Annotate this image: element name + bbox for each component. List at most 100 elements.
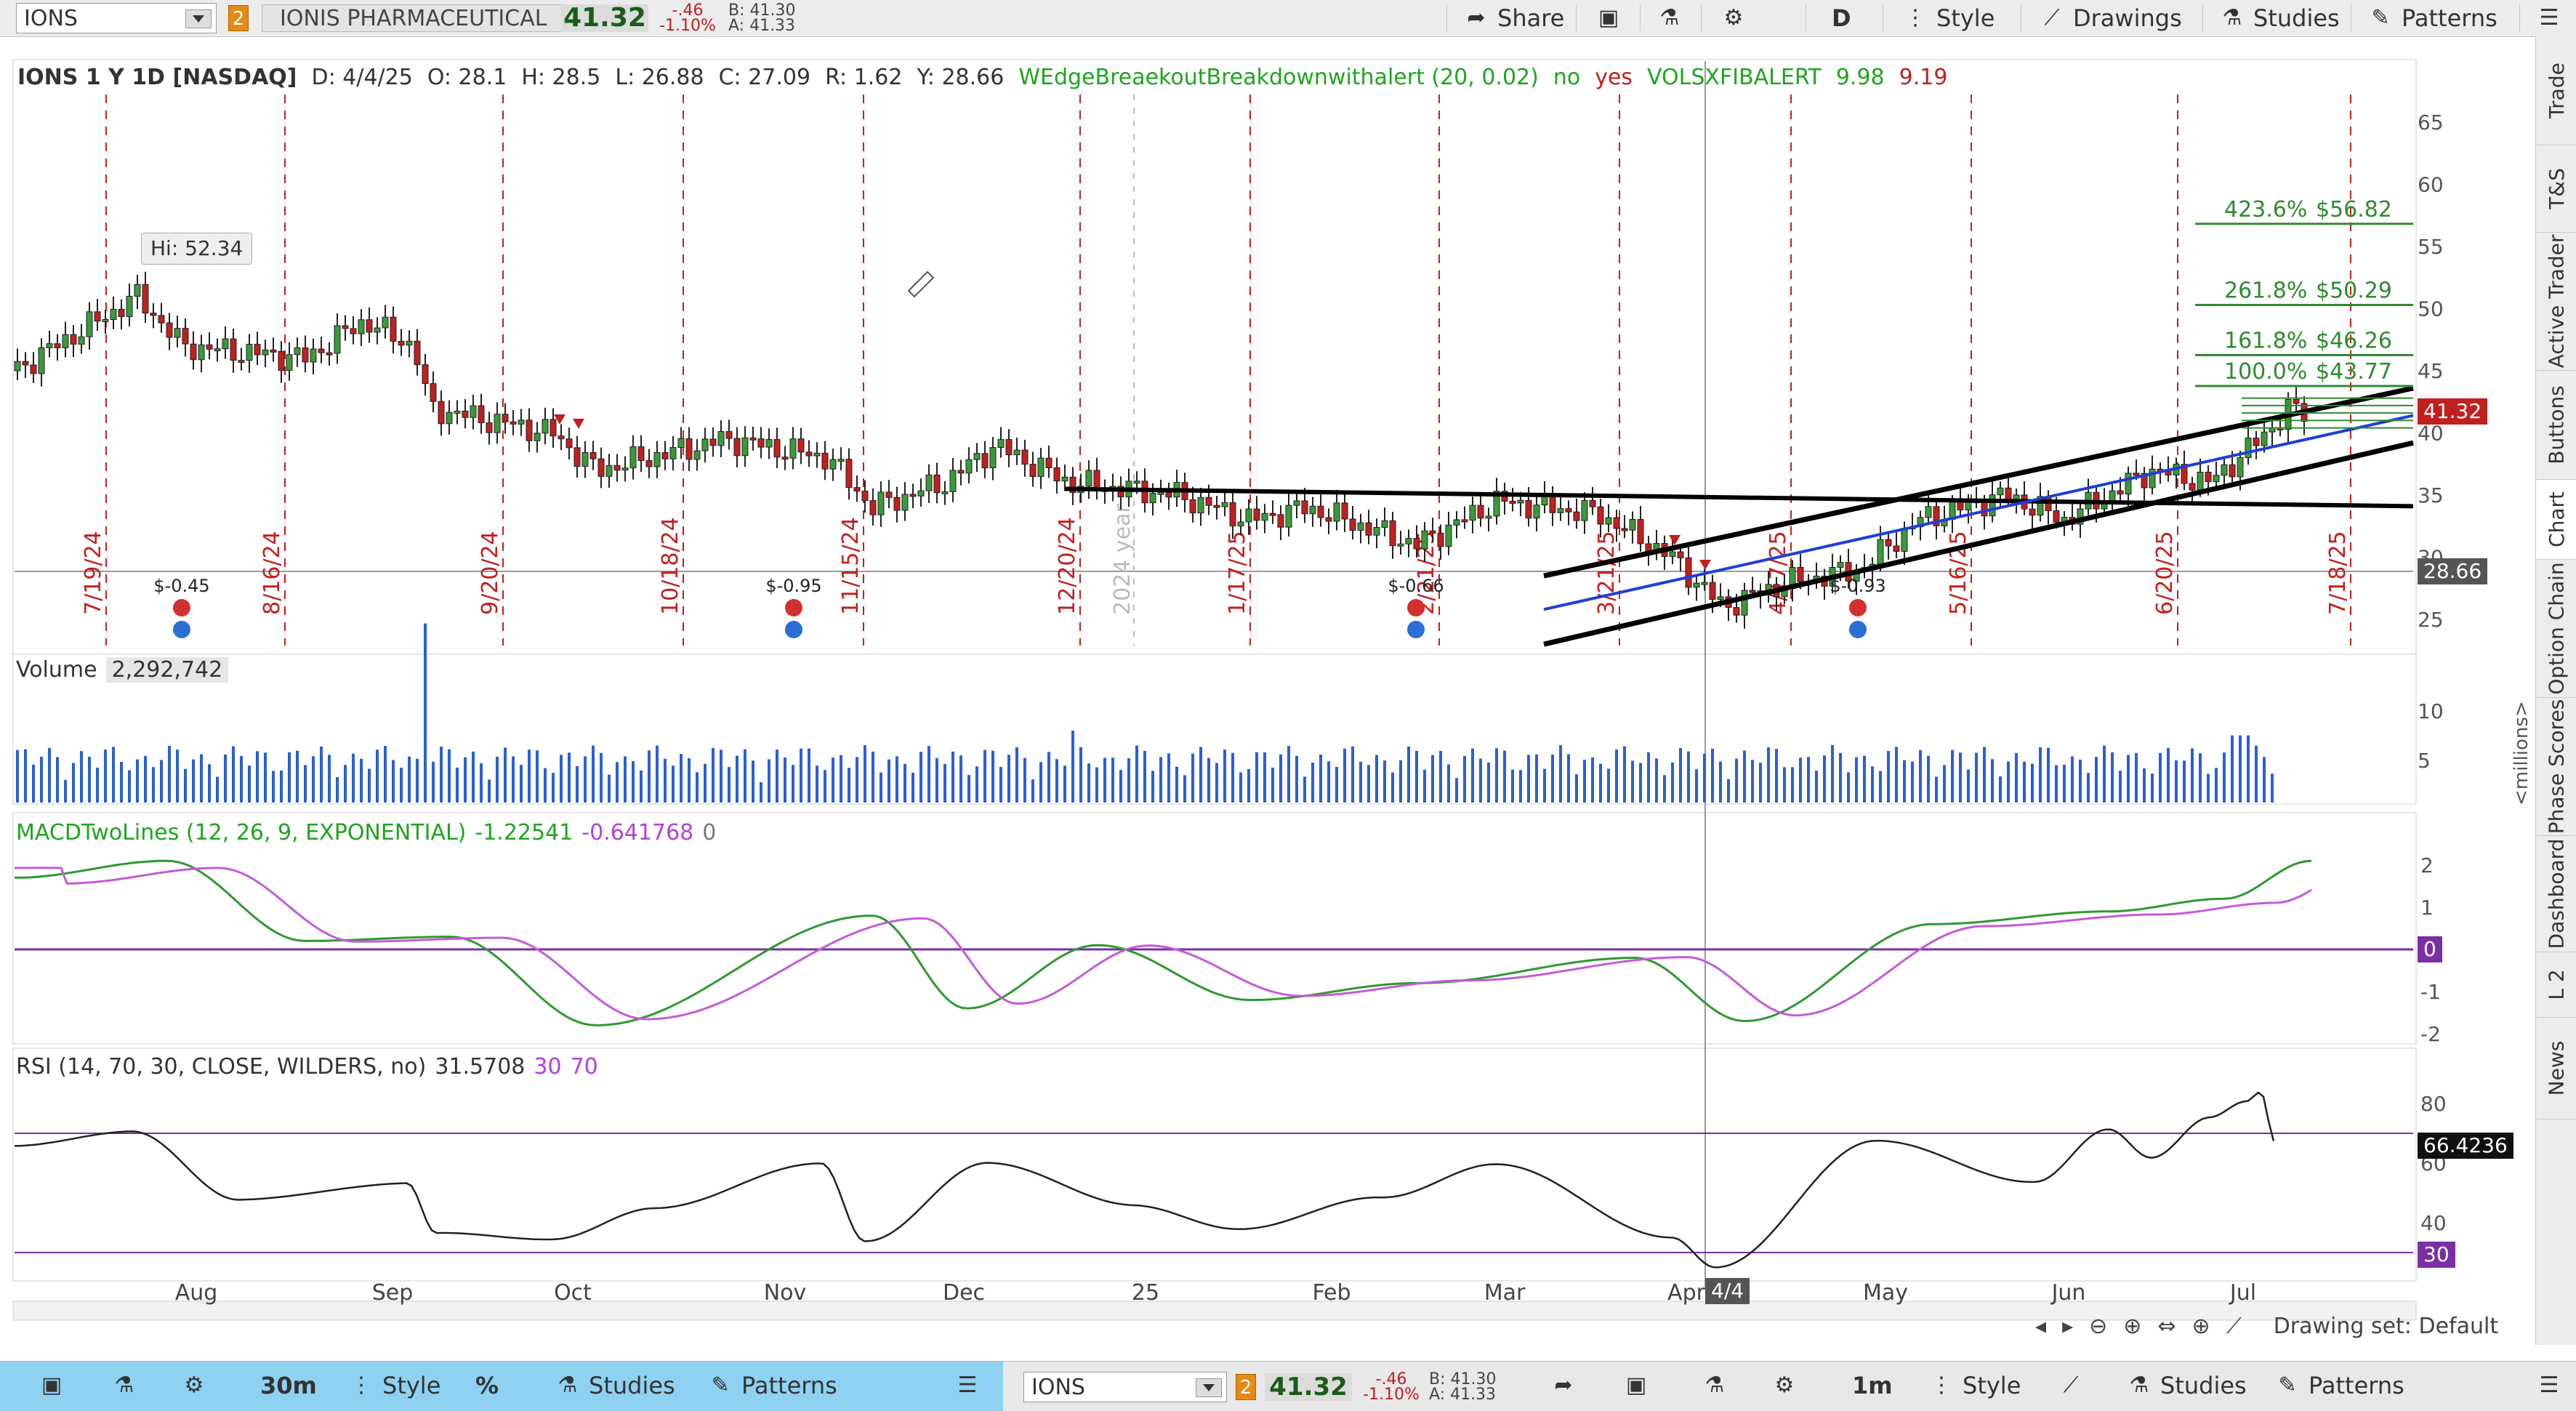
rsi-label[interactable]: RSI (14, 70, 30, CLOSE, WILDERS, no) [16,1054,426,1080]
volume-bar [48,747,51,803]
volume-bar [2271,773,2274,803]
candle-body [1349,518,1356,531]
right-tab-t-s[interactable]: T&S [2536,145,2576,233]
candle-body [2029,508,2036,516]
volume-bar [1263,752,1266,803]
study-fib-label[interactable]: VOLSXFIBALERT [1647,65,1822,90]
settings-button[interactable]: ⚙ [1711,4,1756,32]
zoom-out-icon[interactable]: ⊖ [2089,1314,2107,1339]
right-tab-l-2[interactable]: L 2 [2536,952,2576,1018]
candle-body [198,344,205,361]
volume-bar [56,757,59,803]
candle-body [1133,481,1140,484]
candle-body [2125,473,2132,495]
volume-bar [144,755,147,803]
studies-button[interactable]: ⚗ Studies [2210,4,2350,32]
symbol-selector[interactable]: IONS [16,3,217,33]
volume-bar [911,772,914,803]
scroll-left-icon[interactable]: ◂ [2035,1314,2046,1339]
br-patterns-button[interactable]: ✎ Patterns [2265,1372,2415,1399]
right-tab-option-chain[interactable]: Option Chain [2536,560,2576,698]
volume-bar [448,749,451,803]
volume-bar [608,774,611,803]
br-symbol-selector[interactable]: IONS [1023,1372,1227,1402]
study-wedge-label[interactable]: WEdgeBreaekoutBreakdownwithalert (20, 0.… [1018,65,1538,90]
chevron-down-icon[interactable] [185,9,212,28]
volume-label[interactable]: Volume [16,657,97,683]
drawings-button[interactable]: ⟋ Drawings [2029,4,2192,32]
candle-body [342,325,349,329]
br-link-group-badge[interactable]: 2 [1236,1374,1256,1400]
bl-menu-button[interactable]: ☰ [945,1372,990,1399]
br-settings-button[interactable]: ⚙ [1762,1372,1807,1399]
br-change-percent: -1.10% [1363,1386,1420,1404]
crosshair-icon[interactable]: ⊕ [2192,1314,2210,1339]
right-tab-news[interactable]: News [2536,1018,2576,1119]
candle-body [1325,517,1332,522]
volume-bar [80,751,83,803]
br-share-button[interactable]: ➦ [1541,1372,1586,1399]
candle-body [70,334,77,345]
bl-period-button[interactable]: 30m [250,1372,327,1399]
share-button[interactable]: ➦ Share [1454,4,1574,32]
company-name: IONIS PHARMACEUTICAL [262,4,567,32]
candle-body [1381,520,1388,528]
drawing-set-label[interactable]: Drawing set: Default [2274,1314,2498,1339]
volume-bar [991,750,994,803]
quick-tools-button[interactable]: ▣ [1586,4,1631,32]
candle-body [1597,506,1604,525]
volume-axis-label: 5 [2418,749,2431,773]
draw-line-icon[interactable]: ⟋ [2226,1314,2242,1339]
style-button[interactable]: ⋮ Style [1893,4,2005,32]
br-studies-button[interactable]: ⚗ Studies [2117,1372,2257,1399]
volume-bar [288,752,291,803]
candle-body [430,383,437,402]
right-tab-phase-scores[interactable]: Phase Scores [2536,698,2576,836]
volume-bar [704,763,707,803]
chevron-down-icon[interactable] [1196,1378,1222,1397]
volume-bar [1087,763,1090,803]
patterns-button[interactable]: ✎ Patterns [2358,4,2508,32]
br-drawings-button[interactable]: ⟋ [2048,1372,2093,1399]
fib-level-percent: 161.8% [2224,328,2307,353]
scroll-right-icon[interactable]: ▸ [2062,1314,2073,1339]
zoom-in-icon[interactable]: ⊕ [2123,1314,2141,1339]
right-tab-trade[interactable]: Trade [2536,36,2576,145]
right-tab-buttons[interactable]: Buttons [2536,371,2576,480]
volume-bar [632,761,635,803]
volume-bar [440,747,443,803]
bl-patterns-button[interactable]: ✎ Patterns [698,1372,848,1399]
macd-zero-tag: 0 [2418,936,2442,962]
right-tab-dashboard[interactable]: Dashboard [2536,836,2576,952]
br-style-button[interactable]: ⋮ Style [1919,1372,2031,1399]
last-price: 41.32 [561,4,648,32]
bl-style-button[interactable]: ⋮ Style [339,1372,451,1399]
bl-flask-button[interactable]: ⚗ [102,1372,147,1399]
br-flask-button[interactable]: ⚗ [1692,1372,1737,1399]
candle-body [989,447,997,469]
menu-button[interactable]: ☰ [2527,4,2572,32]
macd-zero: 0 [702,820,717,845]
br-template-button[interactable]: ▣ [1614,1372,1659,1399]
candle-body [54,343,61,348]
studies-flask-button[interactable]: ⚗ [1647,4,1692,32]
bl-settings-button[interactable]: ⚙ [172,1372,217,1399]
candle-body [677,438,685,449]
bl-percent-button[interactable]: % [465,1372,509,1399]
volume-bar [2199,753,2202,803]
bl-studies-button[interactable]: ⚗ Studies [545,1372,685,1399]
fit-icon[interactable]: ⇔ [2157,1314,2175,1339]
period-button[interactable]: D [1822,4,1861,32]
link-group-badge[interactable]: 2 [228,5,249,31]
right-tab-active-trader[interactable]: Active Trader [2536,233,2576,371]
br-menu-button[interactable]: ☰ [2527,1372,2572,1399]
bl-template-button[interactable]: ▣ [29,1372,74,1399]
candle-body [222,338,229,350]
macd-label[interactable]: MACDTwoLines (12, 26, 9, EXPONENTIAL) [16,820,466,845]
volume-bar [1743,750,1746,803]
chart-canvas[interactable]: 656055504540353025Aug Sep Oct Nov Dec 25 Feb Ma… [0,58,2535,1323]
candle-body [1477,504,1484,519]
br-period-button[interactable]: 1m [1842,1372,1903,1399]
right-tab-chart[interactable]: Chart [2536,480,2576,560]
volume-bar [1015,747,1018,803]
